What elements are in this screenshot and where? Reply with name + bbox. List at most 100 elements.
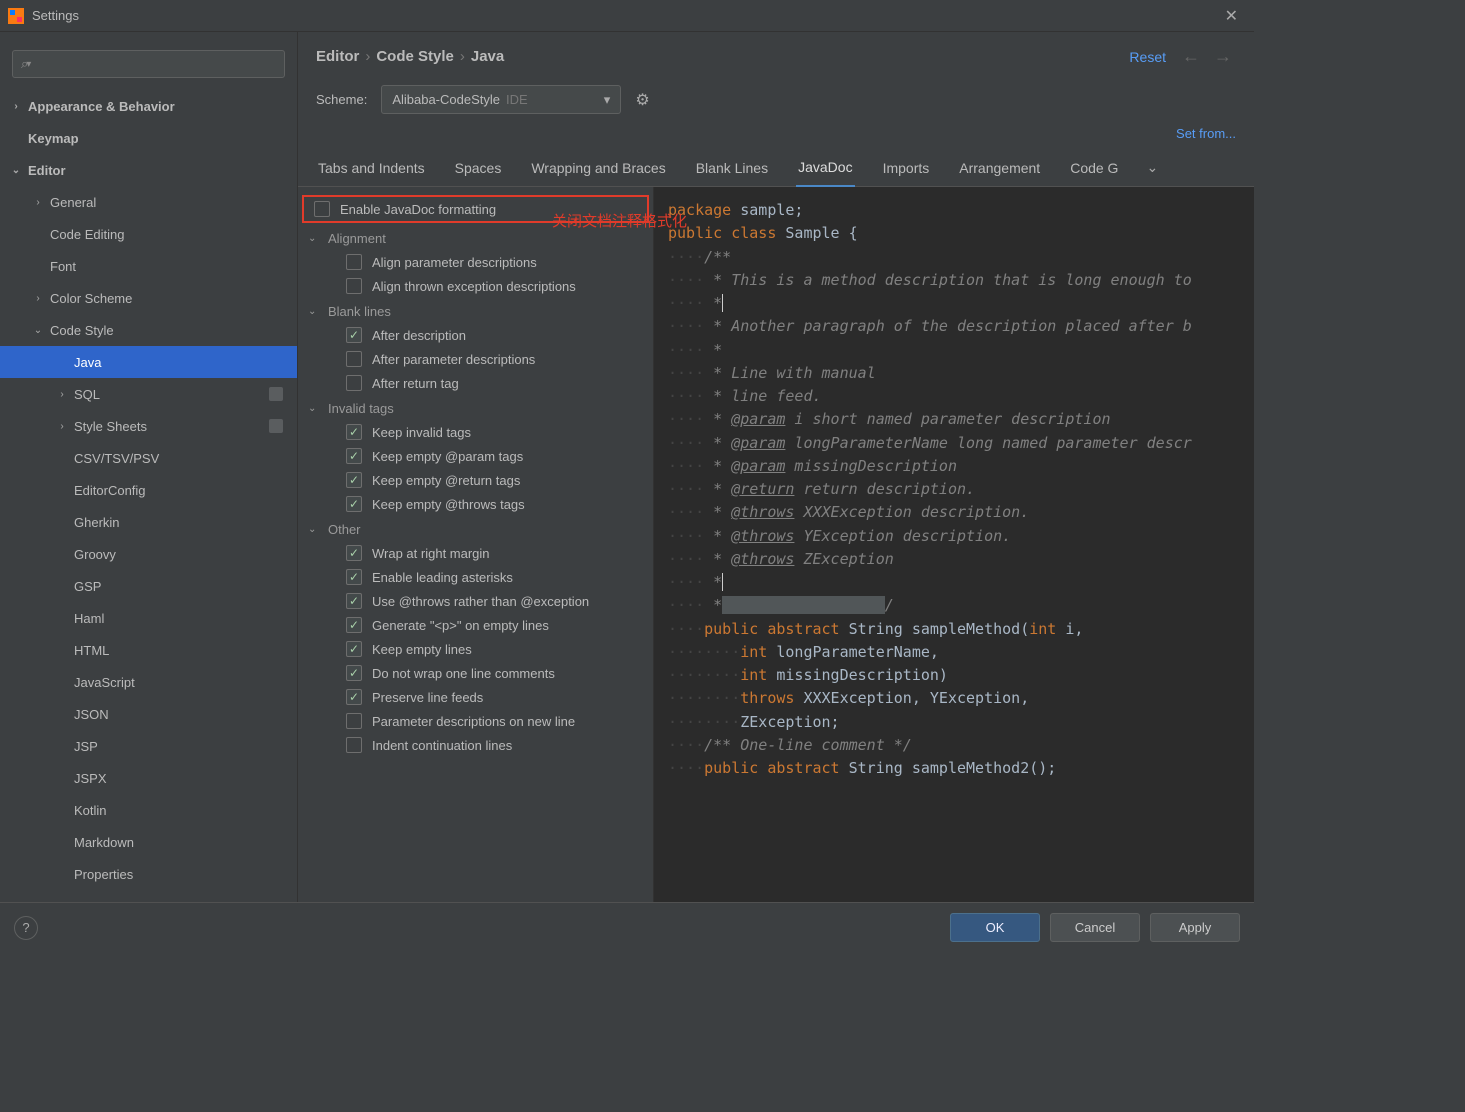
code-line: ····public abstract String sampleMethod(… bbox=[668, 618, 1240, 641]
sidebar-item-csv-tsv-psv[interactable]: CSV/TSV/PSV bbox=[0, 442, 297, 474]
tab-arrangement[interactable]: Arrangement bbox=[957, 154, 1042, 186]
scheme-value: Alibaba-CodeStyle bbox=[392, 92, 500, 107]
sidebar-item-groovy[interactable]: Groovy bbox=[0, 538, 297, 570]
sidebar-item-gherkin[interactable]: Gherkin bbox=[0, 506, 297, 538]
section-other[interactable]: ⌄Other bbox=[298, 516, 653, 541]
option-wrap-at-right-margin[interactable]: Wrap at right margin bbox=[298, 541, 653, 565]
sidebar-item-html[interactable]: HTML bbox=[0, 634, 297, 666]
sidebar-item-properties[interactable]: Properties bbox=[0, 858, 297, 890]
sidebar-item-sql[interactable]: ›SQL bbox=[0, 378, 297, 410]
tab-tabs-and-indents[interactable]: Tabs and Indents bbox=[316, 154, 427, 186]
option-align-thrown-exception-descriptions[interactable]: Align thrown exception descriptions bbox=[298, 274, 653, 298]
code-line: ···· * @throws ZException bbox=[668, 548, 1240, 571]
sidebar-item-label: Properties bbox=[74, 867, 133, 882]
breadcrumb-1[interactable]: Code Style bbox=[376, 48, 454, 65]
code-line: package sample; bbox=[668, 199, 1240, 222]
sidebar-item-java[interactable]: Java bbox=[0, 346, 297, 378]
breadcrumb-0[interactable]: Editor bbox=[316, 48, 359, 65]
code-line: ···· * @param missingDescription bbox=[668, 455, 1240, 478]
tab-code-g[interactable]: Code G bbox=[1068, 154, 1120, 186]
code-line: ········int longParameterName, bbox=[668, 641, 1240, 664]
section-blank-lines[interactable]: ⌄Blank lines bbox=[298, 298, 653, 323]
section-invalid-tags[interactable]: ⌄Invalid tags bbox=[298, 395, 653, 420]
apply-button[interactable]: Apply bbox=[1150, 913, 1240, 942]
tab-spaces[interactable]: Spaces bbox=[453, 154, 504, 186]
sidebar-item-code-style[interactable]: ⌄Code Style bbox=[0, 314, 297, 346]
close-icon[interactable]: ✕ bbox=[1217, 6, 1246, 26]
chevron-down-icon: ⌄ bbox=[308, 403, 324, 414]
tab-imports[interactable]: Imports bbox=[881, 154, 932, 186]
search-input[interactable]: ⌕ ▾ bbox=[12, 50, 285, 78]
sidebar-item-code-editing[interactable]: Code Editing bbox=[0, 218, 297, 250]
sidebar-item-kotlin[interactable]: Kotlin bbox=[0, 794, 297, 826]
option-use-throws-rather-than-exception[interactable]: Use @throws rather than @exception bbox=[298, 589, 653, 613]
option-generate-p-on-empty-lines[interactable]: Generate "<p>" on empty lines bbox=[298, 613, 653, 637]
back-icon[interactable]: ← bbox=[1178, 46, 1204, 67]
tabs-more-icon[interactable]: ⌄ bbox=[1146, 153, 1158, 186]
option-keep-empty-param-tags[interactable]: Keep empty @param tags bbox=[298, 444, 653, 468]
gear-icon[interactable]: ⚙ bbox=[635, 90, 649, 110]
help-icon[interactable]: ? bbox=[14, 916, 38, 940]
option-preserve-line-feeds[interactable]: Preserve line feeds bbox=[298, 685, 653, 709]
option-enable-leading-asterisks[interactable]: Enable leading asterisks bbox=[298, 565, 653, 589]
checkbox-icon bbox=[346, 545, 362, 561]
main-panel: Editor › Code Style › Java Reset ← → Sch… bbox=[298, 32, 1254, 902]
option-after-return-tag[interactable]: After return tag bbox=[298, 371, 653, 395]
checkbox-icon bbox=[346, 424, 362, 440]
option-label: After parameter descriptions bbox=[372, 352, 535, 367]
option-parameter-descriptions-on-new-line[interactable]: Parameter descriptions on new line bbox=[298, 709, 653, 733]
code-line: ····public abstract String sampleMethod2… bbox=[668, 757, 1240, 780]
code-line: ···· * line feed. bbox=[668, 385, 1240, 408]
sidebar-item-label: Java bbox=[74, 355, 101, 370]
tab-blank-lines[interactable]: Blank Lines bbox=[694, 154, 770, 186]
checkbox-icon bbox=[346, 569, 362, 585]
option-label: Align parameter descriptions bbox=[372, 255, 537, 270]
sidebar-item-appearance-behavior[interactable]: ›Appearance & Behavior bbox=[0, 90, 297, 122]
sidebar-item-haml[interactable]: Haml bbox=[0, 602, 297, 634]
cancel-button[interactable]: Cancel bbox=[1050, 913, 1140, 942]
option-label: Keep empty @return tags bbox=[372, 473, 520, 488]
sidebar-item-json[interactable]: JSON bbox=[0, 698, 297, 730]
checkbox-icon bbox=[346, 278, 362, 294]
option-after-description[interactable]: After description bbox=[298, 323, 653, 347]
option-label: After description bbox=[372, 328, 466, 343]
tab-javadoc[interactable]: JavaDoc bbox=[796, 153, 854, 187]
sidebar-item-style-sheets[interactable]: ›Style Sheets bbox=[0, 410, 297, 442]
code-line: public class Sample { bbox=[668, 222, 1240, 245]
option-keep-empty-throws-tags[interactable]: Keep empty @throws tags bbox=[298, 492, 653, 516]
sidebar-item-keymap[interactable]: Keymap bbox=[0, 122, 297, 154]
code-line: ···· * This is a method description that… bbox=[668, 269, 1240, 292]
option-do-not-wrap-one-line-comments[interactable]: Do not wrap one line comments bbox=[298, 661, 653, 685]
option-indent-continuation-lines[interactable]: Indent continuation lines bbox=[298, 733, 653, 757]
scheme-dropdown[interactable]: Alibaba-CodeStyle IDE bbox=[381, 85, 621, 114]
forward-icon[interactable]: → bbox=[1210, 46, 1236, 67]
option-keep-invalid-tags[interactable]: Keep invalid tags bbox=[298, 420, 653, 444]
sidebar-item-editor[interactable]: ⌄Editor bbox=[0, 154, 297, 186]
sidebar-item-label: Markdown bbox=[74, 835, 134, 850]
chevron-down-icon: ⌄ bbox=[8, 165, 24, 176]
sidebar-item-general[interactable]: ›General bbox=[0, 186, 297, 218]
option-keep-empty-lines[interactable]: Keep empty lines bbox=[298, 637, 653, 661]
sidebar-item-label: Style Sheets bbox=[74, 419, 147, 434]
sidebar-item-font[interactable]: Font bbox=[0, 250, 297, 282]
tab-wrapping-and-braces[interactable]: Wrapping and Braces bbox=[529, 154, 667, 186]
checkbox-icon bbox=[346, 496, 362, 512]
sidebar-item-jsp[interactable]: JSP bbox=[0, 730, 297, 762]
sidebar-item-jspx[interactable]: JSPX bbox=[0, 762, 297, 794]
sidebar-item-editorconfig[interactable]: EditorConfig bbox=[0, 474, 297, 506]
ok-button[interactable]: OK bbox=[950, 913, 1040, 942]
sidebar-item-javascript[interactable]: JavaScript bbox=[0, 666, 297, 698]
checkbox-icon bbox=[346, 327, 362, 343]
sidebar-item-color-scheme[interactable]: ›Color Scheme bbox=[0, 282, 297, 314]
sidebar-item-gsp[interactable]: GSP bbox=[0, 570, 297, 602]
code-line: ····/** One-line comment */ bbox=[668, 734, 1240, 757]
checkbox-icon bbox=[346, 665, 362, 681]
option-keep-empty-return-tags[interactable]: Keep empty @return tags bbox=[298, 468, 653, 492]
sidebar-item-markdown[interactable]: Markdown bbox=[0, 826, 297, 858]
sidebar-item-label: Color Scheme bbox=[50, 291, 132, 306]
reset-link[interactable]: Reset bbox=[1129, 49, 1166, 65]
option-label: Do not wrap one line comments bbox=[372, 666, 555, 681]
option-align-parameter-descriptions[interactable]: Align parameter descriptions bbox=[298, 250, 653, 274]
option-after-parameter-descriptions[interactable]: After parameter descriptions bbox=[298, 347, 653, 371]
set-from-link[interactable]: Set from... bbox=[1176, 126, 1236, 141]
